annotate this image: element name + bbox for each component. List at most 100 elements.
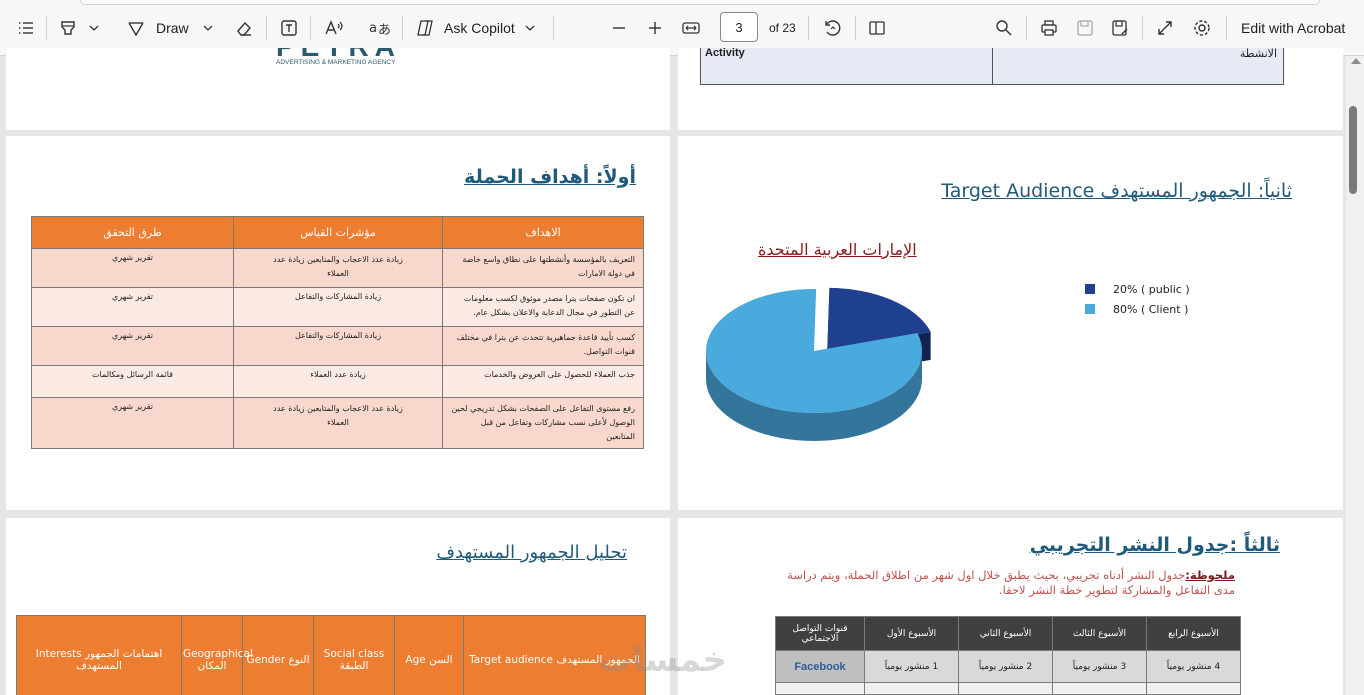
empty-cell xyxy=(1146,682,1241,695)
empty-cell xyxy=(1052,682,1147,695)
header-week-2: الأسبوع الثاني xyxy=(958,616,1053,651)
chevron-down-icon[interactable] xyxy=(524,15,536,41)
scrollbar-thumb[interactable] xyxy=(1349,106,1357,194)
table-header-row: الأسبوع الرابع الأسبوع الثالث الأسبوع ال… xyxy=(775,616,1241,651)
chevron-down-icon[interactable] xyxy=(202,15,214,41)
toolbar-divider xyxy=(310,16,311,40)
method-cell: قائمة الرسائل ومكالمات xyxy=(31,365,234,398)
toolbar-divider xyxy=(1026,16,1027,40)
goal-cell: جذب العملاء للحصول على العروض والخدمات xyxy=(442,365,644,398)
pdf-page-thumbnail-1: PETRA ADVERTISING & MARKETING AGENCY xyxy=(6,48,670,130)
svg-text:あ: あ xyxy=(378,23,390,38)
kpi-cell: زيادة عدد الاعجاب والمتابعين زيادة عدد ا… xyxy=(233,397,443,449)
logo-tagline: ADVERTISING & MARKETING AGENCY xyxy=(276,59,396,66)
read-aloud-icon[interactable] xyxy=(323,15,345,41)
zoom-out-icon[interactable] xyxy=(610,15,628,41)
watermark-logo: خمسات xyxy=(598,640,727,680)
audience-title: ثانياً: الجمهور المستهدف Target Audience xyxy=(941,180,1292,202)
fit-page-icon[interactable] xyxy=(681,15,701,41)
goals-table: الاهداف مؤشرات القياس طرق التحقق التعريف… xyxy=(31,216,644,449)
ask-copilot-button[interactable]: Ask Copilot xyxy=(415,15,515,41)
edit-with-acrobat-button[interactable]: Edit with Acrobat xyxy=(1241,15,1345,41)
cell-week-2: 2 منشور يومياً xyxy=(958,650,1053,683)
legend-label: 20% ( public ) xyxy=(1113,282,1190,296)
tab-strip-edge xyxy=(80,0,1320,5)
page-number-input[interactable]: 3 xyxy=(720,12,758,42)
cell-week-3: 3 منشور يومياً xyxy=(1052,650,1147,683)
page-number-value: 3 xyxy=(735,19,743,35)
toolbar-divider xyxy=(1226,16,1227,40)
table-row: رفع مستوى التفاعل على الصفحات بشكل تدريج… xyxy=(31,397,644,449)
zoom-in-icon[interactable] xyxy=(646,15,664,41)
method-cell: تقرير شهري xyxy=(31,248,234,288)
draw-label: Draw xyxy=(156,20,189,36)
header-channels: قنوات التواصل الاجتماعي xyxy=(775,616,865,651)
activity-label-en: Activity xyxy=(705,48,745,59)
pdf-page-campaign-goals: أولاً: أهداف الحملة الاهداف مؤشرات القيا… xyxy=(6,136,670,510)
pdf-page-thumbnail-2: Activity الانشطة xyxy=(678,48,1343,130)
legend-item-client: 80% ( Client ) xyxy=(1085,299,1190,319)
draw-button[interactable]: Draw xyxy=(126,15,189,41)
page-view-icon[interactable] xyxy=(867,15,887,41)
header-interests: Interests اهتمامات الجمهور المستهدف xyxy=(16,615,182,695)
goal-cell: ان تكون صفحات بترا مصدر موثوق لكسب معلوم… xyxy=(442,287,644,327)
legend-label: 80% ( Client ) xyxy=(1113,302,1189,316)
table-row: التعريف بالمؤسسة وأنشطتها على نطاق واسع … xyxy=(31,248,644,288)
kpi-cell: زيادة المشاركات والتفاعل xyxy=(233,287,443,327)
cell-week-4: 4 منشور يومياً xyxy=(1146,650,1241,683)
activity-table: Activity الانشطة xyxy=(700,48,1284,85)
header-social-class: Social class الطبقة xyxy=(313,615,395,695)
goals-title: أولاً: أهداف الحملة xyxy=(464,166,636,188)
table-header-row: الاهداف مؤشرات القياس طرق التحقق xyxy=(31,216,644,249)
text-box-icon[interactable] xyxy=(279,15,299,41)
toolbar-divider xyxy=(808,16,809,40)
header-kpis: مؤشرات القياس xyxy=(233,216,443,249)
settings-gear-icon[interactable] xyxy=(1192,15,1212,41)
scroll-up-arrow-icon[interactable] xyxy=(1351,58,1361,64)
toolbar-divider xyxy=(1142,16,1143,40)
cell-week-1: 1 منشور يومياً xyxy=(864,650,959,683)
chevron-down-icon[interactable] xyxy=(88,15,100,41)
rotate-icon[interactable] xyxy=(822,15,842,41)
contents-icon[interactable] xyxy=(16,15,36,41)
table-row: 4 منشور يومياً 3 منشور يومياً 2 منشور يو… xyxy=(775,650,1241,683)
empty-cell xyxy=(958,682,1053,695)
toolbar-divider xyxy=(46,16,47,40)
toolbar-divider xyxy=(553,16,554,40)
table-header-row: Interests اهتمامات الجمهور المستهدف Geog… xyxy=(16,615,646,695)
table-divider xyxy=(992,48,993,84)
goal-cell: التعريف بالمؤسسة وأنشطتها على نطاق واسع … xyxy=(442,248,644,288)
page-count: of 23 xyxy=(769,21,796,35)
svg-text:a: a xyxy=(369,21,377,36)
header-goals: الاهداف xyxy=(442,216,644,249)
pdf-page-target-audience: ثانياً: الجمهور المستهدف Target Audience… xyxy=(678,136,1343,510)
pie-chart xyxy=(706,287,931,441)
translate-icon[interactable]: aあ xyxy=(368,15,390,41)
header-week-1: الأسبوع الأول xyxy=(864,616,959,651)
highlight-icon[interactable] xyxy=(58,15,78,41)
empty-cell xyxy=(864,682,959,695)
analysis-title: تحليل الجمهور المستهدف xyxy=(436,542,627,563)
method-cell: تقرير شهري xyxy=(31,397,234,449)
header-geographical: Geographical المكان xyxy=(181,615,253,695)
save-icon[interactable] xyxy=(1075,15,1095,41)
search-icon[interactable] xyxy=(994,15,1014,41)
chart-legend: 20% ( public ) 80% ( Client ) xyxy=(1085,279,1190,319)
eraser-icon[interactable] xyxy=(234,15,254,41)
save-as-icon[interactable] xyxy=(1110,15,1130,41)
pdf-page-audience-analysis: تحليل الجمهور المستهدف Interests اهتماما… xyxy=(6,518,670,695)
method-cell: تقرير شهري xyxy=(31,287,234,327)
ask-copilot-label: Ask Copilot xyxy=(444,20,515,36)
kpi-cell: زيادة عدد العملاء xyxy=(233,365,443,398)
method-cell: تقرير شهري xyxy=(31,326,234,366)
audience-analysis-table: Interests اهتمامات الجمهور المستهدف Geog… xyxy=(16,615,646,695)
print-icon[interactable] xyxy=(1039,15,1059,41)
schedule-note: ملحوظة:جدول النشر أدناه تجريبي، بحيث يطب… xyxy=(765,568,1235,598)
fullscreen-icon[interactable] xyxy=(1156,15,1174,41)
header-age: Age السن xyxy=(394,615,464,695)
goal-cell: رفع مستوى التفاعل على الصفحات بشكل تدريج… xyxy=(442,397,644,449)
table-row: جذب العملاء للحصول على العروض والخدمات ز… xyxy=(31,365,644,398)
kpi-cell: زيادة المشاركات والتفاعل xyxy=(233,326,443,366)
activity-label-ar: الانشطة xyxy=(1239,48,1277,60)
header-week-3: الأسبوع الثالث xyxy=(1052,616,1147,651)
